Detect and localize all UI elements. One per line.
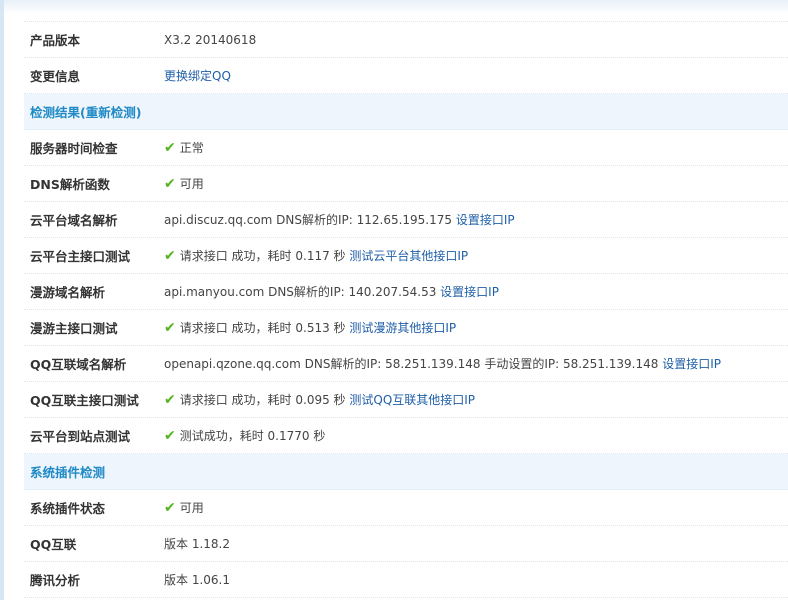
action-link[interactable]: 测试云平台其他接口IP bbox=[349, 249, 468, 263]
value-text: 请求接口 成功，耗时 0.513 秒 bbox=[179, 321, 346, 335]
value-text: X3.2 20140618 bbox=[164, 32, 257, 47]
table-row: 云平台主接口测试 ✔ 请求接口 成功，耗时 0.117 秒 测试云平台其他接口IP bbox=[24, 238, 788, 274]
value-text: 请求接口 成功，耗时 0.117 秒 bbox=[179, 249, 346, 263]
value-text: 可用 bbox=[179, 501, 204, 515]
row-value: 更换绑定QQ bbox=[164, 67, 231, 84]
row-value: ✔ 请求接口 成功，耗时 0.513 秒 测试漫游其他接口IP bbox=[164, 319, 456, 336]
row-value: ✔ 可用 bbox=[164, 175, 204, 192]
table-row: 漫游主接口测试 ✔ 请求接口 成功，耗时 0.513 秒 测试漫游其他接口IP bbox=[24, 310, 788, 346]
table-row: QQ互联域名解析 openapi.qzone.qq.com DNS解析的IP: 5… bbox=[24, 346, 788, 382]
table-row: 变更信息 更换绑定QQ bbox=[24, 58, 788, 94]
action-link[interactable]: 更换绑定QQ bbox=[164, 69, 231, 83]
table-row: 漫游域名解析 api.manyou.com DNS解析的IP: 140.207.5… bbox=[24, 274, 788, 310]
recheck-link[interactable]: (重新检测) bbox=[80, 102, 141, 121]
action-link[interactable]: 测试QQ互联其他接口IP bbox=[349, 393, 475, 407]
table-row: 腾讯分析 版本 1.06.1 bbox=[24, 562, 788, 598]
row-label: 云平台到站点测试 bbox=[30, 429, 131, 444]
value-text: 版本 1.06.1 bbox=[164, 573, 230, 587]
checkmark-icon: ✔ bbox=[164, 140, 176, 156]
table-row: 服务器时间检查 ✔ 正常 bbox=[24, 130, 788, 166]
row-label: 系统插件状态 bbox=[30, 501, 106, 516]
row-value: ✔ 请求接口 成功，耗时 0.095 秒 测试QQ互联其他接口IP bbox=[164, 391, 475, 408]
value-text: 测试成功，耗时 0.1770 秒 bbox=[179, 429, 326, 443]
row-label: 产品版本 bbox=[30, 33, 81, 48]
checkmark-icon: ✔ bbox=[164, 500, 176, 516]
row-label: 服务器时间检查 bbox=[30, 141, 118, 156]
table-row: 系统插件状态 ✔ 可用 bbox=[24, 490, 788, 526]
row-label: 云平台主接口测试 bbox=[30, 249, 131, 264]
table-row: 云平台域名解析 api.discuz.qq.com DNS解析的IP: 112.6… bbox=[24, 202, 788, 238]
table-row: QQ互联主接口测试 ✔ 请求接口 成功，耗时 0.095 秒 测试QQ互联其他接口I… bbox=[24, 382, 788, 418]
row-value: ✔ 请求接口 成功，耗时 0.117 秒 测试云平台其他接口IP bbox=[164, 247, 468, 264]
table-row: DNS解析函数 ✔ 可用 bbox=[24, 166, 788, 202]
row-label: QQ互联主接口测试 bbox=[30, 393, 139, 408]
section-header: 系统插件检测 bbox=[24, 454, 788, 490]
cloud-diagnostics-table: 产品版本 X3.2 20140618 变更信息 更换绑定QQ 检测结果 (重新检测) 服务… bbox=[24, 0, 788, 598]
checkmark-icon: ✔ bbox=[164, 248, 176, 264]
row-label: 云平台域名解析 bbox=[30, 213, 118, 228]
table-row: 产品版本 X3.2 20140618 bbox=[24, 22, 788, 58]
row-label: QQ互联域名解析 bbox=[30, 357, 127, 372]
row-value: ✔ 正常 bbox=[164, 139, 204, 156]
action-link[interactable]: 设置接口IP bbox=[440, 285, 499, 299]
row-value: 版本 1.06.1 bbox=[164, 571, 230, 588]
action-link[interactable]: 测试漫游其他接口IP bbox=[349, 321, 456, 335]
row-label: 漫游域名解析 bbox=[30, 285, 106, 300]
value-text: api.discuz.qq.com DNS解析的IP: 112.65.195.1… bbox=[164, 213, 453, 227]
value-text: 版本 1.18.2 bbox=[164, 537, 230, 551]
row-value: api.manyou.com DNS解析的IP: 140.207.54.53 设… bbox=[164, 283, 499, 300]
section-title: 系统插件检测 bbox=[30, 465, 106, 480]
table-row: QQ互联 版本 1.18.2 bbox=[24, 526, 788, 562]
row-value: api.discuz.qq.com DNS解析的IP: 112.65.195.1… bbox=[164, 211, 515, 228]
row-label: 漫游主接口测试 bbox=[30, 321, 118, 336]
action-link[interactable]: 设置接口IP bbox=[456, 213, 515, 227]
section-title: 检测结果 bbox=[30, 105, 81, 120]
checkmark-icon: ✔ bbox=[164, 428, 176, 444]
row-value: ✔ 可用 bbox=[164, 499, 204, 516]
row-label: 腾讯分析 bbox=[30, 573, 81, 588]
table-row: 云平台到站点测试 ✔ 测试成功，耗时 0.1770 秒 bbox=[24, 418, 788, 454]
row-value: X3.2 20140618 bbox=[164, 33, 256, 47]
action-link[interactable]: 设置接口IP bbox=[662, 357, 721, 371]
row-label: DNS解析函数 bbox=[30, 177, 110, 192]
row-label: QQ互联 bbox=[30, 537, 77, 552]
value-text: 请求接口 成功，耗时 0.095 秒 bbox=[179, 393, 346, 407]
row-value: 版本 1.18.2 bbox=[164, 535, 230, 552]
value-text: api.manyou.com DNS解析的IP: 140.207.54.53 bbox=[164, 285, 437, 299]
value-text: 正常 bbox=[179, 141, 204, 155]
table-row bbox=[24, 0, 788, 22]
row-value: openapi.qzone.qq.com DNS解析的IP: 58.251.13… bbox=[164, 355, 721, 372]
checkmark-icon: ✔ bbox=[164, 320, 176, 336]
checkmark-icon: ✔ bbox=[164, 176, 176, 192]
row-label: 变更信息 bbox=[30, 69, 81, 84]
checkmark-icon: ✔ bbox=[164, 392, 176, 408]
value-text: 可用 bbox=[179, 177, 204, 191]
section-header: 检测结果 (重新检测) bbox=[24, 94, 788, 130]
row-value: ✔ 测试成功，耗时 0.1770 秒 bbox=[164, 427, 325, 444]
value-text: openapi.qzone.qq.com DNS解析的IP: 58.251.13… bbox=[164, 357, 659, 371]
left-border bbox=[0, 0, 4, 600]
